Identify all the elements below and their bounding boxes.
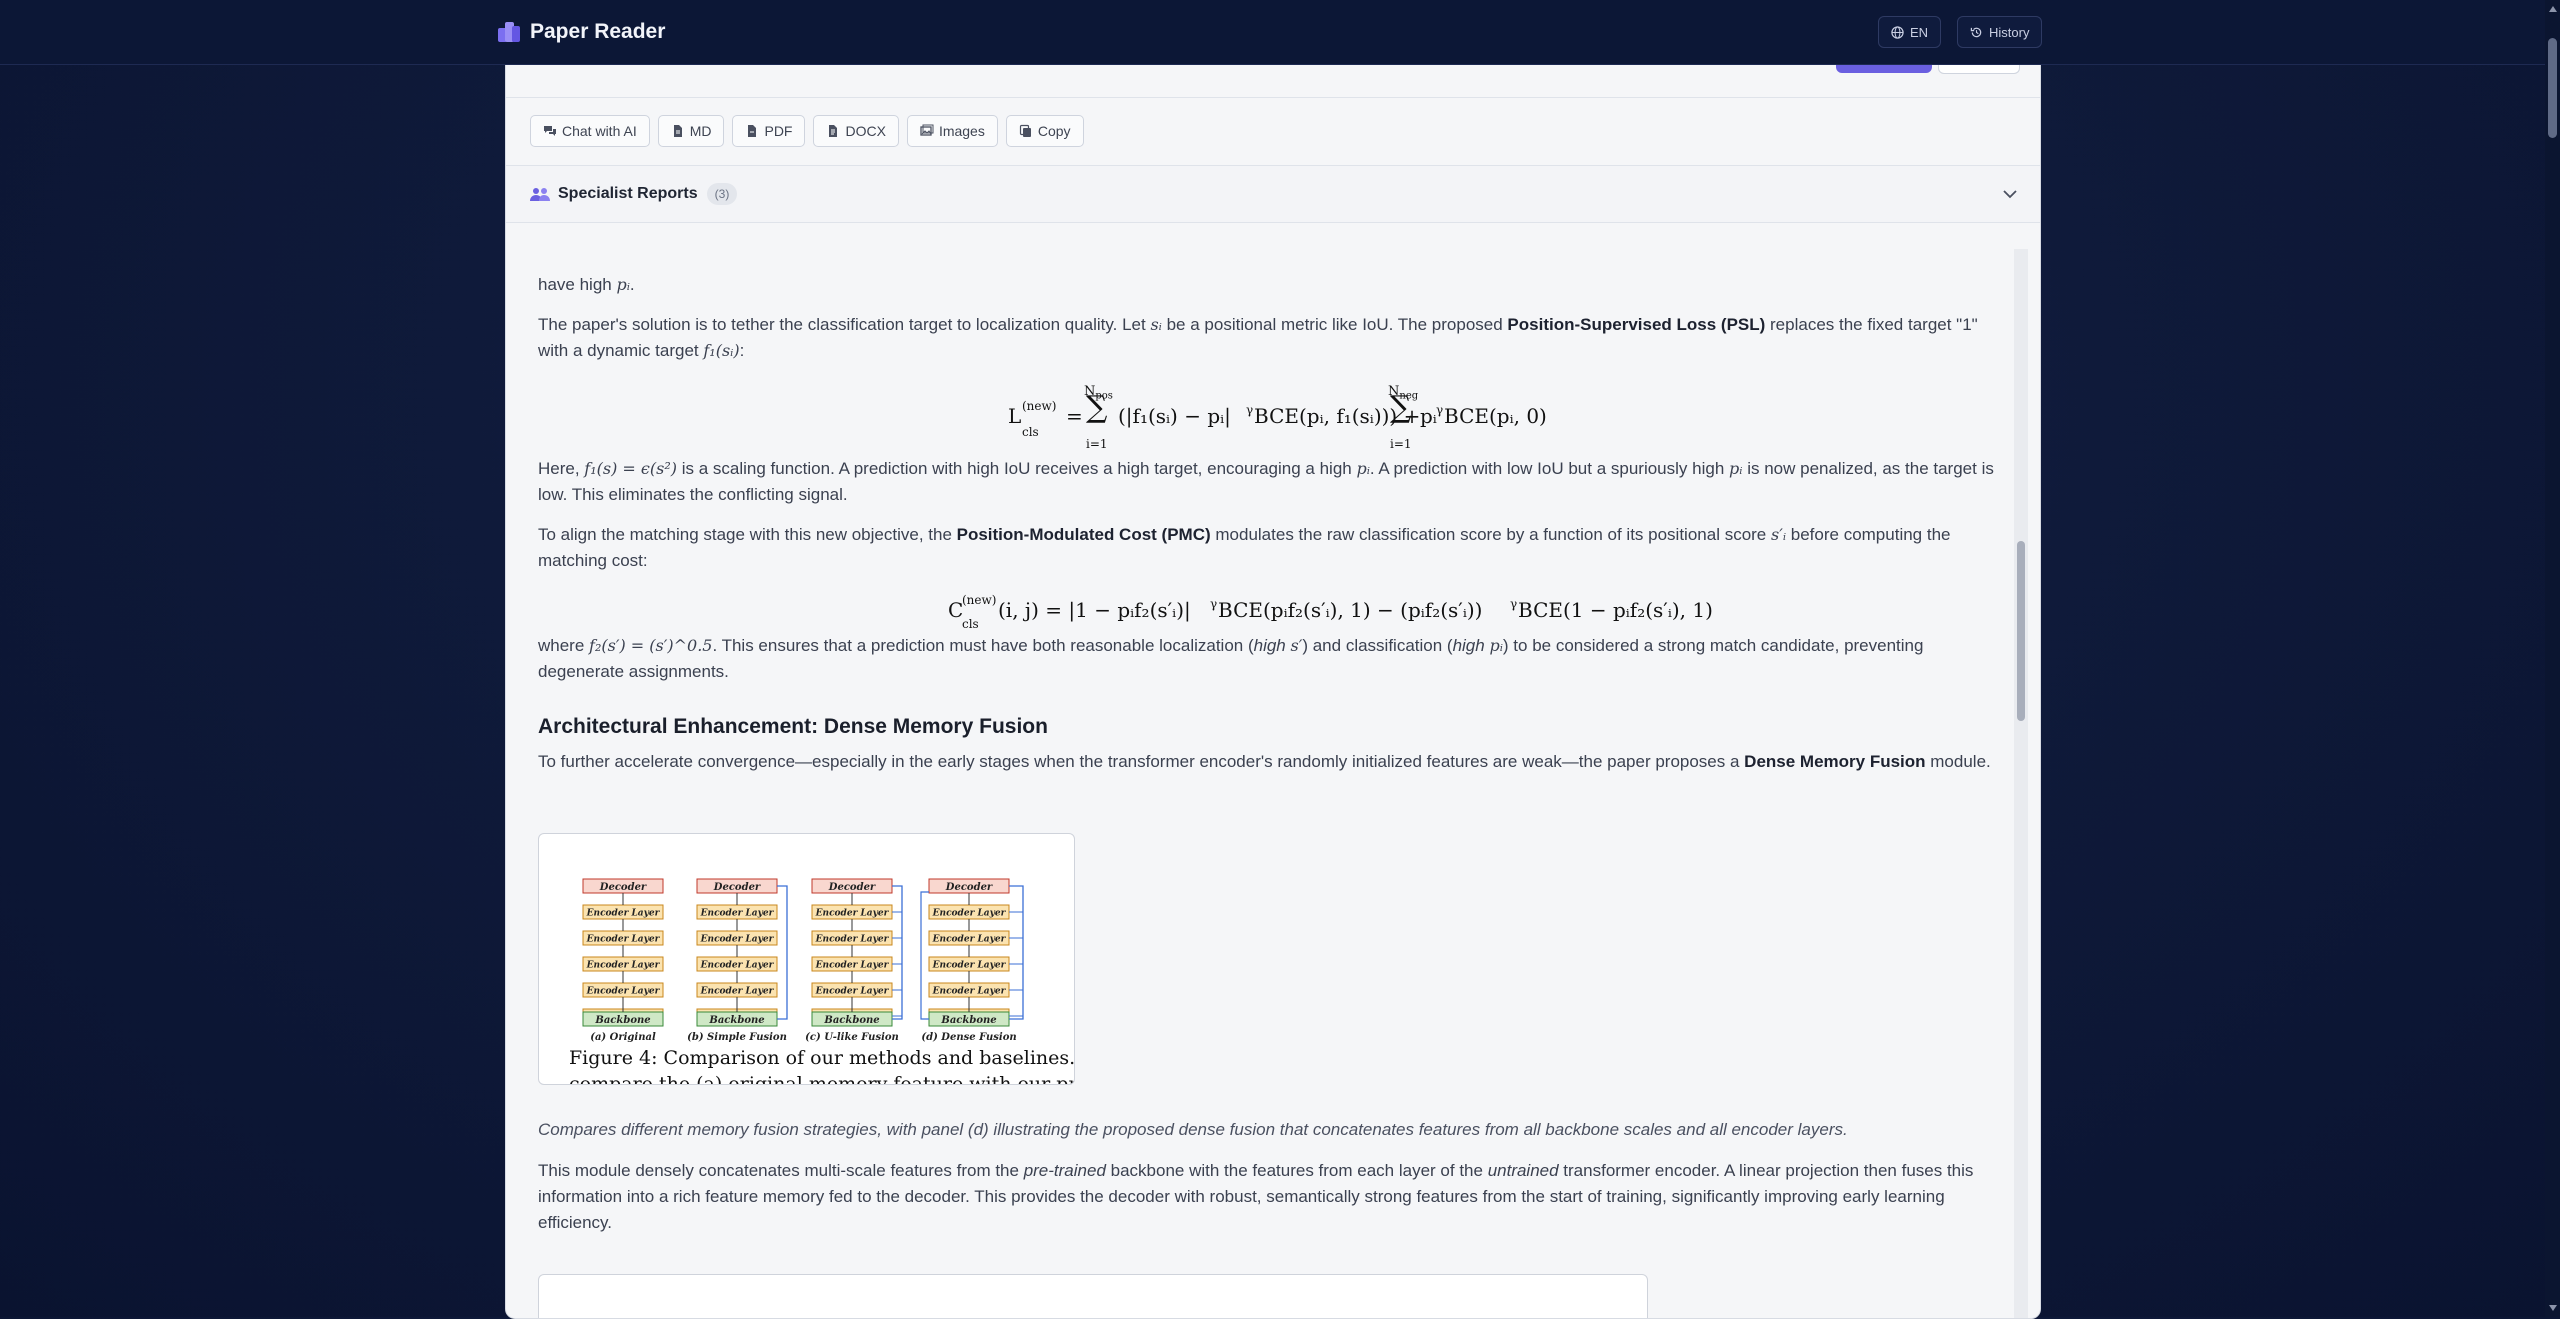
encoder-layer-label: Encoder Layer	[815, 909, 890, 919]
decoder-label: Decoder	[828, 882, 876, 893]
globe-icon	[1891, 25, 1904, 39]
chat-icon	[544, 126, 556, 136]
docx-button[interactable]: DOCX	[813, 115, 899, 147]
language-button[interactable]: EN	[1878, 16, 1942, 48]
app-title: Paper Reader	[530, 20, 666, 43]
paragraph: Here, f₁(s) = ϵ(s²) is a scaling functio…	[538, 459, 1994, 504]
fusion-line	[777, 885, 788, 1020]
images-label: Images	[938, 123, 985, 139]
paper-card: Chat with AI MD PDF DOCX Images Copy Spe…	[505, 20, 2041, 1319]
figure-caption-line: Figure 4: Comparison of our methods and …	[569, 1047, 1074, 1069]
figure-caption: Compares different memory fusion strateg…	[538, 1120, 1848, 1139]
images-button[interactable]: Images	[906, 115, 998, 147]
copy-icon	[1019, 124, 1031, 137]
md-button[interactable]: MD	[657, 115, 725, 147]
history-label: History	[1989, 24, 2030, 40]
top-navbar: Paper Reader EN History	[0, 0, 2545, 65]
section-heading: Architectural Enhancement: Dense Memory …	[538, 715, 1048, 738]
pdf-button[interactable]: PDF	[732, 115, 806, 147]
secondary-action-button[interactable]	[1938, 65, 2020, 74]
encoder-layer-label: Encoder Layer	[700, 987, 775, 997]
encoder-layer-label: Encoder Layer	[932, 961, 1007, 971]
encoder-layer-label: Encoder Layer	[815, 987, 890, 997]
panel-label: (d) Dense Fusion	[921, 1032, 1016, 1043]
paragraph: where f₂(s′) = (s′)^0.5. This ensures th…	[538, 636, 1924, 681]
chat-with-ai-button[interactable]: Chat with AI	[530, 115, 650, 147]
encoder-layer-label: Encoder Layer	[586, 909, 661, 919]
specialist-reports-count-badge: (3)	[707, 183, 737, 205]
backbone-label: Backbone	[708, 1015, 764, 1026]
history-icon	[1970, 27, 1982, 37]
pdf-file-icon	[748, 125, 757, 137]
panel-label: (c) U-like Fusion	[805, 1032, 899, 1043]
export-toolbar: Chat with AI MD PDF DOCX Images Copy	[530, 115, 1084, 147]
page-scrollbar-thumb[interactable]	[2548, 38, 2557, 138]
encoder-layer-label: Encoder Layer	[586, 961, 661, 971]
paragraph: The paper's solution is to tether the cl…	[538, 315, 1978, 360]
figure-caption-line: compare the (a) original memory feature …	[569, 1073, 1074, 1084]
history-button[interactable]: History	[1957, 16, 2043, 48]
encoder-layer-label: Encoder Layer	[586, 935, 661, 945]
decoder-label: Decoder	[945, 882, 993, 893]
backbone-label: Backbone	[594, 1015, 650, 1026]
primary-action-button[interactable]	[1836, 65, 1932, 73]
word-file-icon	[829, 125, 838, 137]
encoder-layer-label: Encoder Layer	[586, 987, 661, 997]
encoder-layer-label: Encoder Layer	[932, 909, 1007, 919]
content-scrollbar-thumb[interactable]	[2017, 541, 2025, 721]
scroll-down-arrow-icon[interactable]	[2549, 1305, 2557, 1311]
memory-fusion-diagram: Decoder Encoder Layer Encoder Layer Encoder…	[569, 878, 1074, 1084]
specialist-reports-label: Specialist Reports	[558, 185, 698, 202]
content-scrollbar[interactable]	[2014, 249, 2028, 1318]
fusion-line	[1009, 885, 1024, 1020]
paragraph: To further accelerate convergence—especi…	[538, 752, 1991, 771]
decoder-label: Decoder	[713, 882, 761, 893]
fusion-line	[892, 885, 903, 1020]
docx-label: DOCX	[845, 123, 886, 139]
scroll-up-arrow-icon[interactable]	[2549, 6, 2557, 12]
copy-label: Copy	[1037, 123, 1071, 139]
decoder-label: Decoder	[599, 882, 647, 893]
pdf-label: PDF	[764, 123, 793, 139]
paragraph: have high pᵢ.	[538, 275, 635, 294]
encoder-layer-label: Encoder Layer	[932, 935, 1007, 945]
chat-with-ai-label: Chat with AI	[562, 123, 637, 139]
encoder-layer-label: Encoder Layer	[700, 909, 775, 919]
file-icon	[673, 125, 682, 137]
encoder-layer-label: Encoder Layer	[815, 961, 890, 971]
language-label: EN	[1910, 24, 1929, 40]
encoder-layer-label: Encoder Layer	[700, 961, 775, 971]
images-icon	[920, 124, 934, 136]
panel-label: (a) Original	[590, 1032, 656, 1043]
backbone-label: Backbone	[823, 1015, 879, 1026]
users-icon	[530, 188, 550, 201]
md-label: MD	[689, 123, 712, 139]
backbone-label: Backbone	[940, 1015, 996, 1026]
figure-memory-fusion[interactable]: Decoder Encoder Layer Encoder Layer Encoder…	[538, 833, 1075, 1085]
specialist-reports-header[interactable]: Specialist Reports (3)	[506, 165, 2040, 223]
fusion-line	[920, 891, 929, 1020]
encoder-layer-label: Encoder Layer	[932, 987, 1007, 997]
panel-label: (b) Simple Fusion	[687, 1032, 787, 1043]
paragraph: To align the matching stage with this ne…	[538, 525, 1951, 570]
encoder-layer-label: Encoder Layer	[815, 935, 890, 945]
encoder-layer-label: Encoder Layer	[700, 935, 775, 945]
copy-button[interactable]: Copy	[1005, 115, 1084, 147]
paper-reader-logo-icon	[498, 22, 520, 42]
brand[interactable]: Paper Reader	[496, 16, 665, 48]
page-scrollbar[interactable]	[2545, 0, 2560, 1317]
next-figure[interactable]	[538, 1274, 1648, 1318]
paragraph: This module densely concatenates multi-s…	[538, 1161, 1974, 1232]
chevron-down-icon[interactable]	[2002, 188, 2018, 200]
